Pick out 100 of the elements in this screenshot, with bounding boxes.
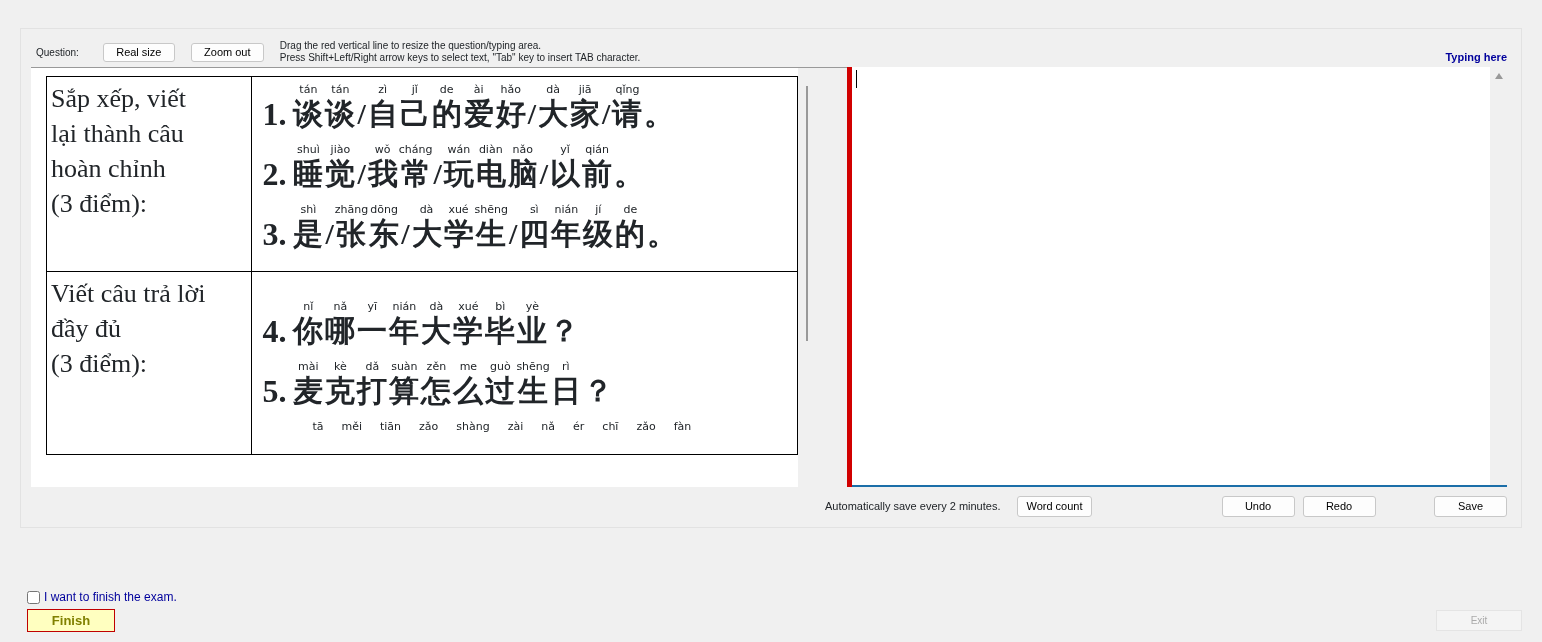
question-number: 1.	[262, 97, 287, 131]
hanzi-text: 张	[335, 217, 368, 251]
hanzi-text: 算	[388, 374, 420, 408]
hanzi-text: 己	[398, 97, 431, 131]
hanzi-text: 常	[399, 157, 432, 191]
hanzi-text: 是	[292, 217, 325, 251]
hanzi-text: 的	[430, 97, 463, 131]
pinyin-text: me	[459, 360, 478, 374]
hanzi-text: 学	[452, 314, 485, 348]
hanzi-text: 脑	[506, 157, 539, 191]
hanzi-text: /	[324, 217, 335, 251]
scroll-up-icon[interactable]	[1494, 73, 1503, 79]
pinyin-text: yè	[525, 300, 539, 314]
pinyin-text: diàn	[478, 143, 503, 157]
pinyin-text: jiā	[578, 83, 592, 97]
pinyin-text: zěn	[426, 360, 447, 374]
hanzi-text: 年	[388, 314, 421, 348]
hanzi-text: 过	[484, 374, 517, 408]
toolbar-button[interactable]: Real size	[102, 42, 175, 62]
hanzi-text: 毕	[484, 314, 517, 348]
autosave-text: Automatically save every 2 minutes.	[825, 498, 1001, 514]
section-label: Viết câu trả lời đầy đủ (3 điểm):	[51, 279, 206, 378]
hanzi-text: 一	[356, 314, 388, 348]
hanzi-text: 我	[366, 157, 399, 191]
toolbar-button[interactable]: Zoom out	[190, 42, 264, 62]
pinyin-text: tán	[331, 83, 350, 97]
hanzi-text: /	[507, 217, 519, 251]
pinyin-text: jiào	[330, 143, 351, 157]
typing-area[interactable]	[852, 67, 1507, 487]
save-button[interactable]: Save	[1434, 495, 1507, 517]
hanzi-text: /	[356, 157, 367, 191]
pinyin-text: dǎ	[365, 360, 380, 374]
pinyin-text: shēng	[474, 203, 508, 217]
question-label: Question:	[36, 45, 79, 60]
pinyin-text: xué	[458, 300, 479, 314]
pinyin-text: yī	[367, 300, 378, 314]
checkbox-label: I want to finish the exam.	[44, 589, 177, 606]
hanzi-text: 。	[613, 157, 646, 191]
pinyin-text: jí	[595, 203, 602, 217]
pinyin-text: dà	[419, 203, 434, 217]
pinyin-text: zì	[378, 83, 388, 97]
hanzi-text: 大	[537, 97, 570, 131]
text-caret	[856, 70, 857, 88]
resize-splitter[interactable]	[847, 67, 852, 487]
pinyin-text: de	[623, 203, 638, 217]
word-count-button[interactable]: Word count	[1017, 495, 1092, 517]
hanzi-text: 大	[410, 217, 443, 251]
pinyin-text: bì	[495, 300, 506, 314]
hanzi-text: 日	[549, 374, 582, 408]
pinyin-text: tiān	[380, 420, 402, 434]
finish-checkbox[interactable]	[27, 590, 40, 604]
pinyin-text: yǐ	[560, 143, 570, 157]
hanzi-text: ？	[581, 374, 614, 408]
pinyin-text: ér	[573, 420, 585, 434]
pinyin-text: fàn	[673, 420, 692, 434]
pinyin-text: shuì	[297, 143, 320, 157]
pinyin-text: rì	[562, 360, 570, 374]
pinyin-text: shì	[300, 203, 317, 217]
question-number: 2.	[262, 157, 287, 191]
hanzi-text: /	[538, 157, 550, 191]
hanzi-text: 生	[517, 374, 550, 408]
pinyin-text: wán	[447, 143, 471, 157]
toolbar-button[interactable]: Redo	[1302, 495, 1376, 517]
pinyin-text: zhāng	[334, 203, 369, 217]
hanzi-text: 么	[452, 374, 485, 408]
hanzi-text: 生	[475, 217, 508, 251]
hanzi-text: 。	[643, 97, 676, 131]
hanzi-text: 觉	[324, 157, 357, 191]
hanzi-text: 你	[292, 314, 325, 348]
pinyin-text: zǎo	[419, 420, 439, 434]
pinyin-text: guò	[490, 360, 511, 374]
hanzi-text: 玩	[442, 157, 475, 191]
pinyin-text: sì	[529, 203, 539, 217]
pinyin-text: nián	[554, 203, 579, 217]
section-label: Sắp xếp, viết lại thành câu hoàn chỉnh (3 điểm):	[51, 84, 187, 218]
scroll-thumb[interactable]	[806, 86, 808, 341]
hanzi-text: 东	[368, 217, 401, 251]
hanzi-text: 电	[474, 157, 507, 191]
hanzi-text: 大	[420, 314, 453, 348]
pinyin-text: xué	[448, 203, 469, 217]
pinyin-text: qǐng	[615, 83, 640, 97]
pinyin-text: cháng	[398, 143, 433, 157]
hanzi-text: 睡	[292, 157, 325, 191]
pinyin-text: hǎo	[500, 83, 521, 97]
typing-label: Typing here	[1445, 49, 1507, 65]
question-number: 5.	[262, 374, 287, 408]
pinyin-text: chī	[602, 420, 619, 434]
toolbar-button[interactable]: Undo	[1221, 495, 1295, 517]
pinyin-text: suàn	[391, 360, 418, 374]
hanzi-text: 谈	[324, 97, 357, 131]
hint-text: Press Shift+Left/Right arrow keys to select text, "Tab" key to insert TAB character.	[279, 52, 641, 64]
hanzi-text: /	[400, 217, 411, 251]
pinyin-text: ài	[473, 83, 484, 97]
finish-button[interactable]: Finish	[27, 609, 115, 632]
pinyin-text: zǎo	[636, 420, 656, 434]
pinyin-text: jǐ	[411, 83, 418, 97]
hanzi-text: 爱	[462, 97, 495, 131]
pinyin-text: dà	[429, 300, 444, 314]
hanzi-text: 怎	[420, 374, 452, 408]
pinyin-text: dà	[546, 83, 560, 97]
